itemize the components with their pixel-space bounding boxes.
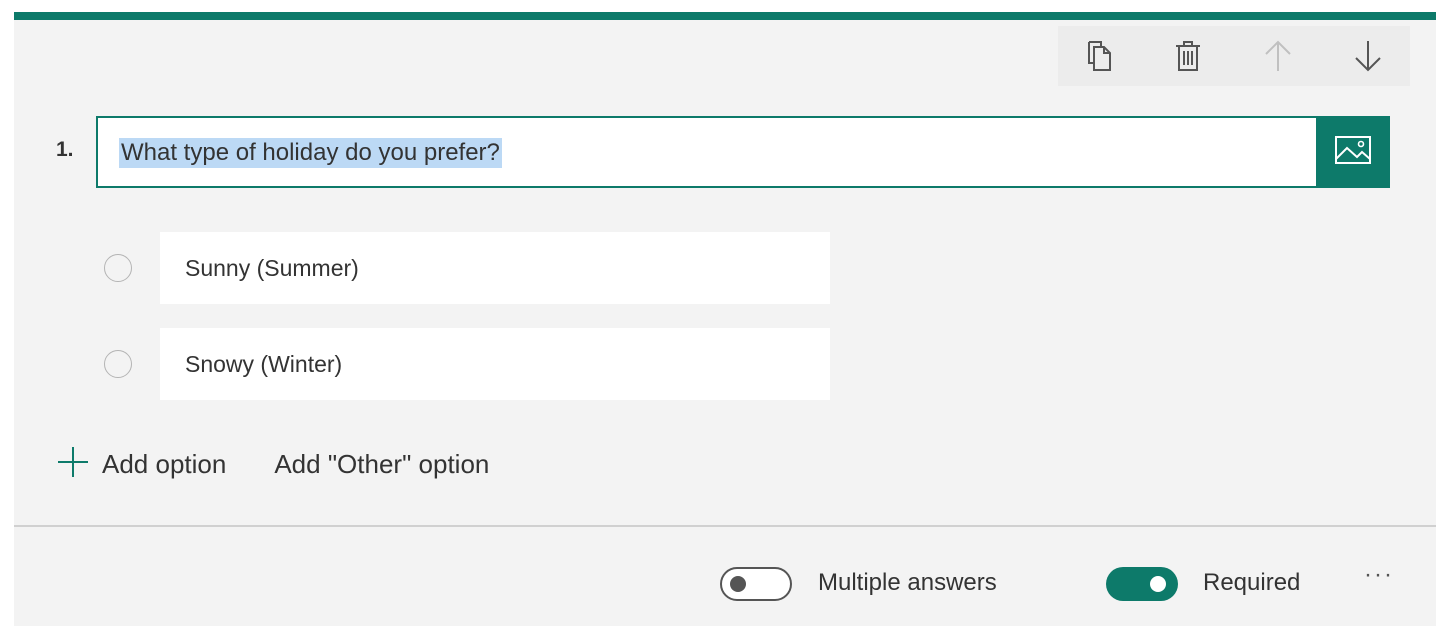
copy-icon	[1086, 39, 1114, 73]
add-option-button[interactable]: Add option	[56, 445, 226, 484]
required-label: Required	[1203, 569, 1301, 596]
arrow-up-icon	[1263, 39, 1293, 73]
option-radio[interactable]	[104, 350, 132, 378]
option-row-1: Sunny (Summer)	[102, 232, 842, 304]
multiple-answers-toggle[interactable]	[720, 567, 792, 601]
multiple-answers-label: Multiple answers	[818, 569, 997, 596]
option-input[interactable]: Sunny (Summer)	[160, 232, 830, 304]
insert-image-button[interactable]	[1316, 116, 1390, 188]
option-radio[interactable]	[104, 254, 132, 282]
option-label: Snowy (Winter)	[185, 351, 343, 377]
question-card: 1. What type of holiday do you prefer? S…	[14, 12, 1436, 626]
trash-icon	[1174, 39, 1202, 73]
image-icon	[1334, 135, 1372, 170]
question-footer: Multiple answers Required ···	[14, 527, 1436, 626]
add-options-row: Add option Add "Other" option	[56, 444, 489, 484]
arrow-down-icon	[1353, 39, 1383, 73]
question-title-input[interactable]: What type of holiday do you prefer?	[96, 116, 1318, 188]
move-down-button[interactable]	[1348, 36, 1388, 76]
add-option-label: Add option	[102, 448, 227, 479]
question-number: 1.	[56, 138, 74, 161]
delete-question-button[interactable]	[1168, 36, 1208, 76]
option-label: Sunny (Summer)	[185, 255, 359, 281]
move-up-button[interactable]	[1258, 36, 1298, 76]
add-other-option-button[interactable]: Add "Other" option	[274, 449, 489, 480]
toggle-knob	[730, 576, 746, 592]
required-toggle[interactable]	[1106, 567, 1178, 601]
option-row-2: Snowy (Winter)	[102, 328, 842, 400]
question-title-text: What type of holiday do you prefer?	[119, 138, 502, 168]
option-input[interactable]: Snowy (Winter)	[160, 328, 830, 400]
accent-bar	[14, 12, 1436, 20]
copy-question-button[interactable]	[1080, 36, 1120, 76]
question-toolbar	[1058, 26, 1410, 86]
toggle-knob	[1150, 576, 1166, 592]
plus-icon	[56, 445, 90, 484]
more-options-button[interactable]: ···	[1364, 563, 1404, 595]
